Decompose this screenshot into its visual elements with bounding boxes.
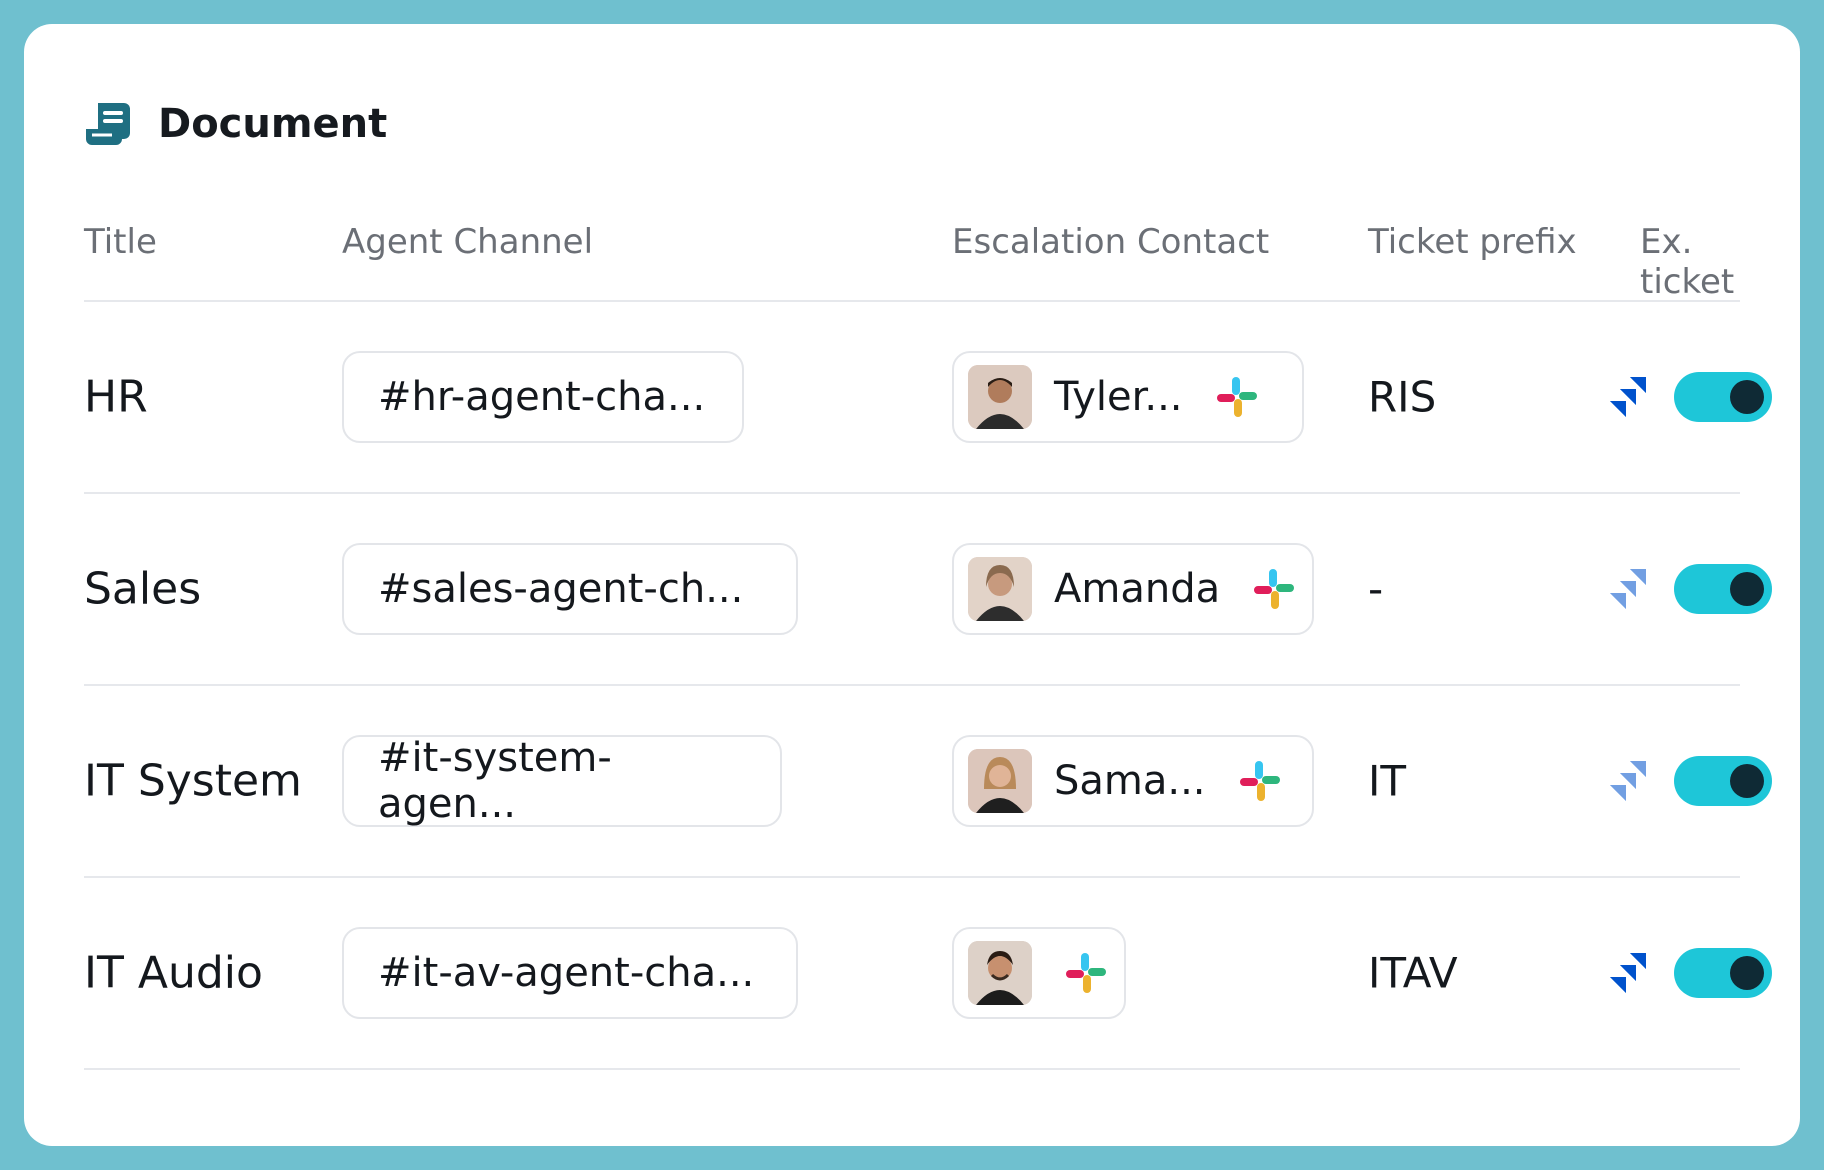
jira-icon [1610, 569, 1646, 609]
toggle-knob [1730, 380, 1764, 414]
card-header: Document [84, 76, 387, 172]
ticket-prefix: RIS [1368, 372, 1437, 422]
row-title: IT System [84, 755, 302, 807]
agent-channel-field[interactable]: #sales-agent-ch... [342, 543, 798, 635]
avatar [968, 941, 1032, 1005]
agent-channel-value: #hr-agent-cha... [378, 374, 706, 420]
toggle-knob [1730, 956, 1764, 990]
table-row: IT Audio #it-av-agent-cha... ITAV [84, 878, 1772, 1070]
ticket-prefix: - [1368, 564, 1384, 614]
row-title: IT Audio [84, 947, 263, 999]
row-title: HR [84, 371, 148, 423]
slack-icon [1216, 377, 1257, 417]
document-card: Document Title Agent Channel Escalation … [24, 24, 1800, 1146]
ex-ticket-toggle[interactable] [1674, 564, 1772, 614]
document-icon [86, 103, 130, 145]
ticket-prefix: IT [1368, 756, 1407, 806]
table-header: Title Agent Channel Escalation Contact T… [84, 204, 1740, 302]
column-header-ex-ticket: Ex. ticket [1640, 222, 1735, 302]
contact-name: Tyler... [1054, 374, 1183, 420]
avatar [968, 749, 1032, 813]
table-row: Sales #sales-agent-ch... Amanda - [84, 494, 1772, 686]
jira-icon [1610, 953, 1646, 993]
agent-channel-field[interactable]: #it-system-agen... [342, 735, 782, 827]
table-row: IT System #it-system-agen... Sama... IT [84, 686, 1772, 878]
agent-channel-value: #it-av-agent-cha... [378, 950, 755, 996]
row-title: Sales [84, 563, 202, 615]
ex-ticket-toggle[interactable] [1674, 756, 1772, 806]
contact-name: Amanda [1054, 566, 1221, 612]
slack-icon [1254, 569, 1295, 609]
column-header-agent-channel: Agent Channel [342, 222, 594, 262]
agent-channel-field[interactable]: #it-av-agent-cha... [342, 927, 798, 1019]
jira-icon [1610, 377, 1646, 417]
avatar [968, 365, 1032, 429]
slack-icon [1239, 761, 1280, 801]
escalation-contact-field[interactable]: Sama... [952, 735, 1314, 827]
toggle-knob [1730, 764, 1764, 798]
escalation-contact-field[interactable]: Tyler... [952, 351, 1304, 443]
column-header-escalation-contact: Escalation Contact [952, 222, 1270, 262]
toggle-knob [1730, 572, 1764, 606]
escalation-contact-field[interactable]: Amanda [952, 543, 1314, 635]
table-row: HR #hr-agent-cha... Tyler... RIS [84, 302, 1772, 494]
agent-channel-value: #it-system-agen... [378, 735, 612, 827]
column-header-title: Title [84, 222, 157, 262]
escalation-contact-field[interactable] [952, 927, 1126, 1019]
ticket-prefix: ITAV [1368, 948, 1458, 998]
avatar [968, 557, 1032, 621]
contact-name: Sama... [1054, 758, 1206, 804]
ex-ticket-toggle[interactable] [1674, 372, 1772, 422]
card-title: Document [158, 101, 388, 147]
ex-ticket-toggle[interactable] [1674, 948, 1772, 998]
slack-icon [1066, 953, 1106, 993]
agent-channel-value: #sales-agent-ch... [378, 566, 744, 612]
agent-channel-field[interactable]: #hr-agent-cha... [342, 351, 744, 443]
column-header-ticket-prefix: Ticket prefix [1368, 222, 1577, 262]
jira-icon [1610, 761, 1646, 801]
